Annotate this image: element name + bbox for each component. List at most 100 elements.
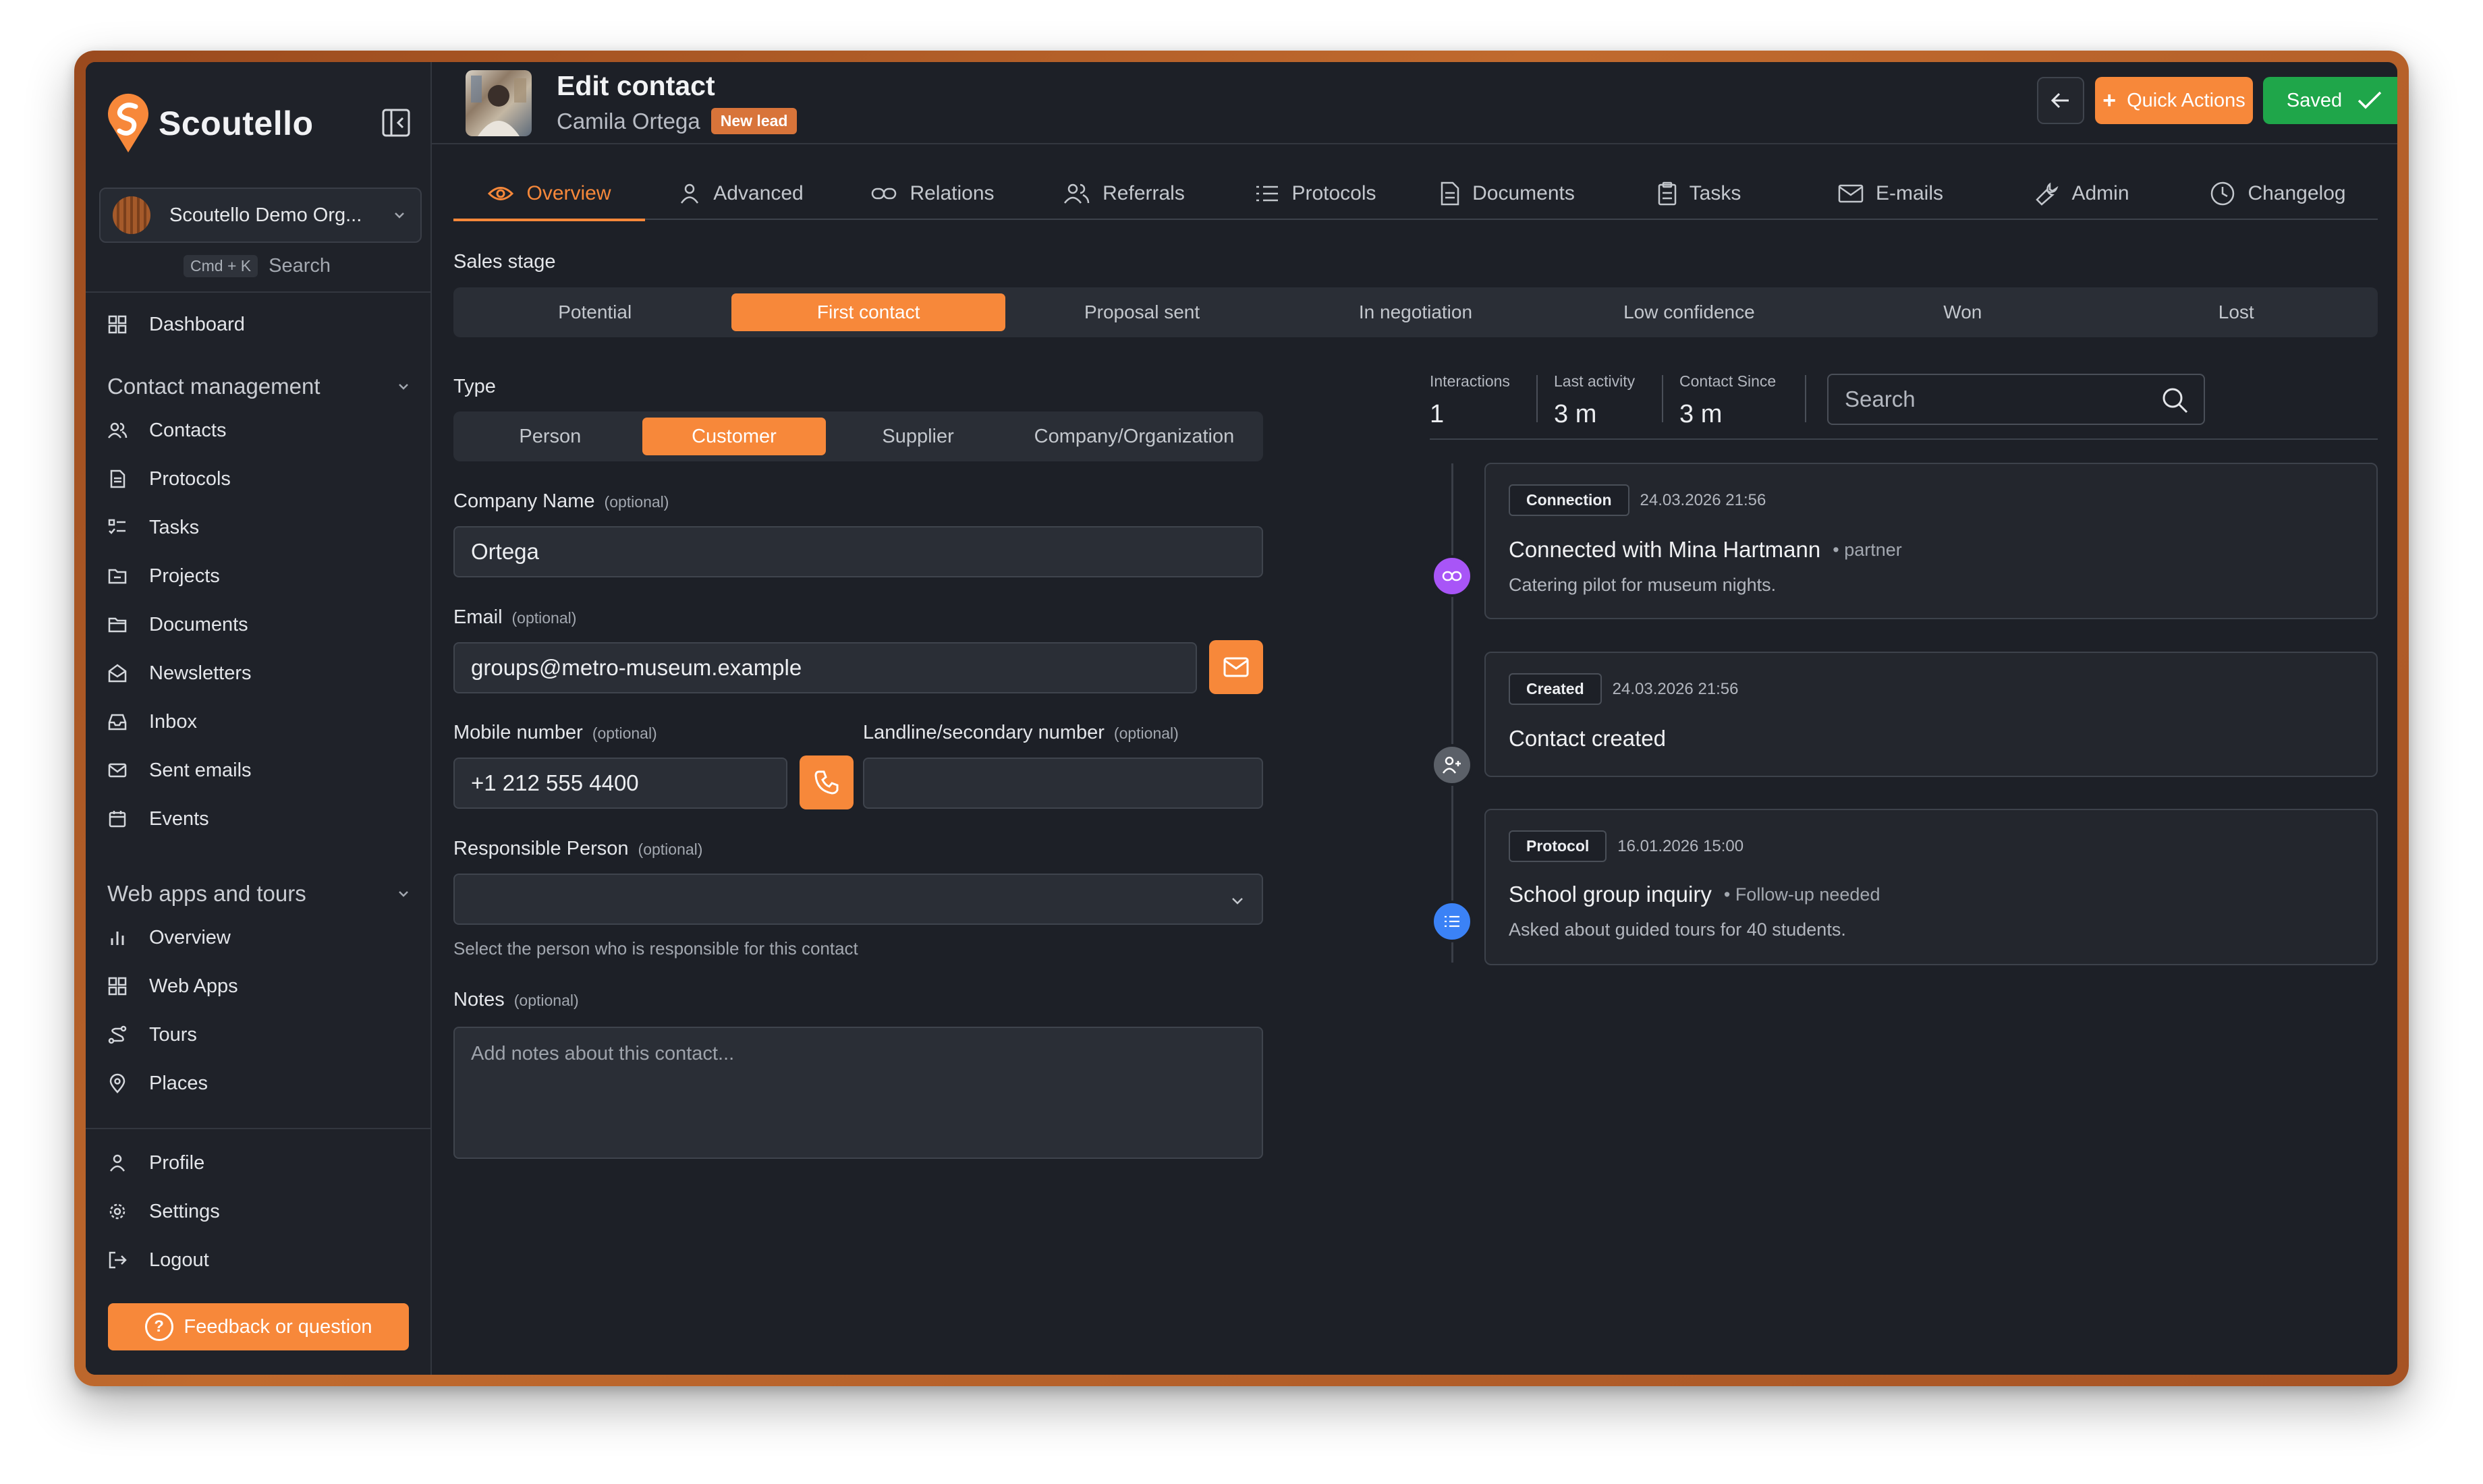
activity-title: School group inquiry [1509,882,1712,907]
command-search[interactable]: Cmd + K Search [184,255,331,277]
tab-emails[interactable]: E-mails [1795,167,1986,220]
sidebar-item-logout[interactable]: Logout [106,1243,209,1277]
chevron-down-icon [399,384,408,390]
type-supplier[interactable]: Supplier [826,418,1010,455]
divider [1536,375,1538,422]
sidebar-item-web-apps[interactable]: Web Apps [106,969,238,1003]
bar-chart-icon [111,932,124,945]
sidebar-item-protocols[interactable]: Protocols [106,462,231,496]
sidebar-item-label: Contacts [149,419,227,441]
link-icon [872,188,897,200]
mobile-number-field[interactable]: +1 212 555 4400 [453,758,787,809]
contact-photo-icon [471,76,526,136]
stat-value: 3 m [1554,400,1597,428]
stage-won[interactable]: Won [1826,293,2099,331]
tab-relations[interactable]: Relations [837,167,1028,220]
call-mobile-button[interactable] [800,755,854,809]
timeline-dot-connection [1431,555,1473,597]
timeline-card[interactable]: Connection 24.03.2026 21:56 Connected wi… [1484,463,2378,619]
sidebar-item-events[interactable]: Events [106,802,209,836]
saved-button[interactable]: Saved [2263,77,2397,124]
feedback-button[interactable]: ? Feedback or question [108,1303,409,1350]
tab-changelog[interactable]: Changelog [2178,167,2378,220]
group-web-apps[interactable]: Web apps and tours [107,881,411,907]
field-label: Responsible Person [453,838,629,859]
contact-type-selector: Person Customer Supplier Company/Organiz… [453,411,1263,461]
type-company[interactable]: Company/Organization [1010,418,1258,455]
sidebar-item-label: Sent emails [149,759,252,781]
optional-hint: (optional) [511,609,577,627]
landline-field[interactable] [863,758,1263,809]
responsible-person-select[interactable] [453,874,1263,925]
sidebar-item-places[interactable]: Places [106,1066,208,1100]
sidebar-item-contacts[interactable]: Contacts [106,413,226,447]
collapse-sidebar-button[interactable] [381,108,411,138]
tab-referrals[interactable]: Referrals [1028,167,1220,220]
sidebar-item-profile[interactable]: Profile [106,1146,204,1180]
sidebar-item-dashboard[interactable]: Dashboard [106,308,245,341]
sidebar-item-tours[interactable]: Tours [106,1018,197,1052]
optional-hint: (optional) [638,840,703,858]
stat-value: 3 m [1679,400,1723,428]
email-field[interactable]: groups@metro-museum.example [453,642,1197,693]
tab-label: Changelog [2248,182,2346,204]
field-label: Email [453,606,503,628]
tab-protocols[interactable]: Protocols [1220,167,1412,220]
divider [86,291,430,293]
sidebar-item-documents[interactable]: Documents [106,608,248,641]
user-plus-icon [1442,756,1461,774]
timeline-card[interactable]: Protocol 16.01.2026 15:00 School group i… [1484,809,2378,965]
back-button[interactable] [2037,77,2084,124]
group-contact-management[interactable]: Contact management [107,374,411,399]
tab-documents[interactable]: Documents [1412,167,1603,220]
card-header: Protocol 16.01.2026 15:00 [1509,830,1743,862]
contact-name: Camila Ortega [557,108,700,134]
tab-label: Overview [526,182,611,204]
notes-textarea[interactable]: Add notes about this contact... [453,1027,1263,1159]
search-icon [2163,388,2188,413]
sidebar-item-tasks[interactable]: Tasks [106,511,199,544]
landline-label: Landline/secondary number (optional) [863,722,1179,744]
tab-label: Advanced [713,182,804,204]
divider [1662,375,1663,422]
send-email-button[interactable] [1209,640,1263,694]
sidebar-item-overview[interactable]: Overview [106,921,231,954]
activity-search-input[interactable]: Search [1827,374,2205,425]
user-icon [681,183,699,204]
sidebar-item-sent-emails[interactable]: Sent emails [106,753,252,787]
responsible-help-text: Select the person who is responsible for… [453,938,858,959]
sidebar-item-inbox[interactable]: Inbox [106,705,197,739]
stage-lost[interactable]: Lost [2100,293,2373,331]
activity-title: Connected with Mina Hartmann [1509,537,1821,562]
tab-advanced[interactable]: Advanced [645,167,837,220]
app-logo[interactable]: Scoutello [106,93,314,154]
sidebar-item-projects[interactable]: Projects [106,559,220,593]
quick-actions-button[interactable]: + Quick Actions [2095,77,2253,124]
chevron-down-icon [399,891,408,897]
stage-low-confidence[interactable]: Low confidence [1553,293,1826,331]
org-switcher[interactable]: Scoutello Demo Org... [99,188,422,243]
stage-in-negotiation[interactable]: In negotiation [1279,293,1552,331]
tab-admin[interactable]: Admin [1986,167,2178,220]
stat-label: Last activity [1554,372,1636,390]
mobile-label: Mobile number (optional) [453,722,657,744]
stage-potential[interactable]: Potential [458,293,731,331]
type-customer[interactable]: Customer [642,418,827,455]
stage-proposal-sent[interactable]: Proposal sent [1005,293,1279,331]
clipboard-icon [1658,181,1676,206]
sidebar-item-settings[interactable]: Settings [106,1195,220,1228]
tab-tasks[interactable]: Tasks [1603,167,1795,220]
contact-avatar[interactable] [466,70,532,136]
stage-first-contact[interactable]: First contact [731,293,1005,331]
tab-overview[interactable]: Overview [453,167,645,221]
company-name-field[interactable]: Ortega [453,526,1263,577]
card-header: Connection 24.03.2026 21:56 [1509,484,1766,516]
optional-hint: (optional) [513,992,579,1009]
sidebar-item-label: Tasks [149,516,200,538]
timeline-card[interactable]: Created 24.03.2026 21:56 Contact created [1484,652,2378,777]
contact-subtitle: Camila Ortega New lead [557,108,798,134]
check-icon [2358,91,2382,109]
type-person[interactable]: Person [458,418,642,455]
page-title: Edit contact [557,70,715,101]
sidebar-item-newsletters[interactable]: Newsletters [106,656,252,690]
